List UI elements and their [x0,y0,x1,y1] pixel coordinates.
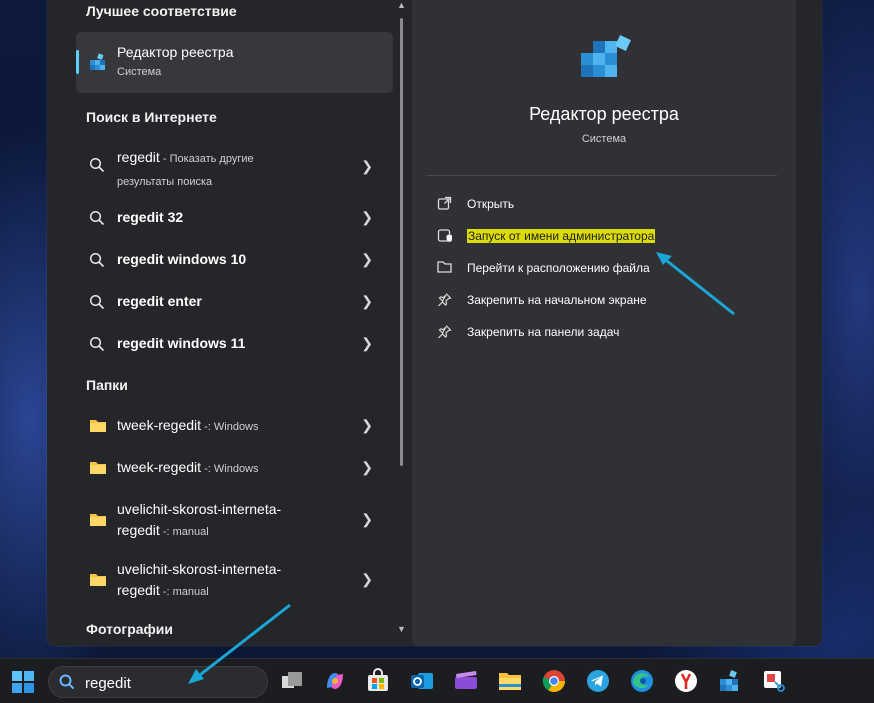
action-run-as-admin[interactable]: Запуск от имени администратора [437,226,767,248]
pin-icon [437,324,452,344]
folder-name: uvelichit-skorost-interneta- [117,501,282,517]
web-result-query: regedit windows 11 [117,335,246,351]
scrollbar-thumb[interactable] [400,18,403,466]
action-label: Перейти к расположению файла [467,261,650,275]
chevron-right-icon: ❯ [361,251,373,267]
search-results-list: Лучшее соответствие Редактор реестра Сис… [47,0,407,646]
folder-name: tweek-regedit [117,459,202,475]
folder-name: tweek-regedit [117,417,202,433]
divider [427,175,777,176]
photos-heading: Фотографии [86,621,174,637]
folder-icon [89,572,107,592]
web-result-item[interactable]: regedit windows 10 ❯ [76,240,393,280]
search-icon [89,336,105,357]
shield-admin-icon [437,228,453,248]
web-result-item[interactable]: regedit - Показать другие результаты пои… [76,146,393,190]
taskbar [0,658,874,703]
folder-result-item[interactable]: tweek-regedit -: Windows ❯ [76,448,393,488]
folder-outline-icon [437,260,452,279]
outlook-icon[interactable] [409,668,435,694]
web-search-heading: Поиск в Интернете [86,109,217,125]
clipchamp-icon[interactable] [453,668,479,694]
chevron-right-icon: ❯ [361,293,373,309]
snipping-tool-icon[interactable] [761,668,787,694]
web-result-query: regedit enter [117,293,202,309]
folder-location: -: Windows [201,421,259,433]
web-result-query: regedit 32 [117,209,184,225]
folder-location: -: Windows [201,463,259,475]
best-match-subtitle: Система [117,66,162,78]
search-input[interactable] [83,672,257,694]
folder-location: -: manual [159,526,209,538]
windows-start-icon[interactable] [12,671,34,698]
preview-pane: Редактор реестра Система Открыть Запуск … [412,0,796,646]
web-result-item[interactable]: regedit 32 ❯ [76,198,393,238]
registry-editor-icon [88,52,108,77]
search-icon [89,252,105,273]
search-icon [89,210,105,231]
chevron-right-icon: ❯ [361,158,373,174]
search-panel: Лучшее соответствие Редактор реестра Сис… [47,0,822,646]
action-label: Закрепить на начальном экране [467,293,647,307]
best-match-result[interactable]: Редактор реестра Система [76,32,393,93]
scroll-down-arrow-icon[interactable]: ▼ [397,624,406,634]
file-explorer-icon[interactable] [497,668,523,694]
web-result-suffix-line2: результаты поиска [117,176,213,188]
registry-editor-large-icon [579,33,635,88]
preview-app-title: Редактор реестра [529,104,679,124]
registry-editor-icon[interactable] [717,668,743,694]
edge-icon[interactable] [629,668,655,694]
action-pin-taskbar[interactable]: Закрепить на панели задач [437,322,767,344]
web-result-query: regedit windows 10 [117,251,247,267]
web-result-suffix: - Показать другие [159,153,254,165]
action-open-file-location[interactable]: Перейти к расположению файла [437,258,767,280]
folder-name-line2: regedit [117,582,160,598]
microsoft-store-icon[interactable] [365,668,391,694]
best-match-heading: Лучшее соответствие [86,3,237,19]
folder-location: -: manual [159,586,209,598]
telegram-icon[interactable] [585,668,611,694]
folder-result-item[interactable]: tweek-regedit -: Windows ❯ [76,406,393,446]
task-view-icon[interactable] [279,668,305,694]
chrome-icon[interactable] [541,668,567,694]
selection-indicator [76,50,79,74]
folders-heading: Папки [86,377,128,393]
web-result-query: regedit [117,149,160,165]
folder-result-item[interactable]: uvelichit-skorost-interneta- regedit -: … [76,497,393,545]
folder-result-item[interactable]: uvelichit-skorost-interneta- regedit -: … [76,557,393,605]
web-result-item[interactable]: regedit windows 11 ❯ [76,324,393,364]
scroll-up-arrow-icon[interactable]: ▲ [397,0,406,10]
web-result-text: regedit - Показать другие результаты пои… [117,147,254,193]
taskbar-search-box[interactable] [48,666,268,698]
open-external-icon [437,196,452,216]
chevron-right-icon: ❯ [361,571,373,587]
folder-icon [89,460,107,480]
search-icon [89,157,105,178]
chevron-right-icon: ❯ [361,209,373,225]
folder-icon [89,418,107,438]
search-icon [89,294,105,315]
folder-name-line2: regedit [117,522,160,538]
folder-name: uvelichit-skorost-interneta- [117,561,282,577]
action-label: Открыть [467,197,515,211]
web-result-item[interactable]: regedit enter ❯ [76,282,393,322]
search-icon [59,674,75,695]
action-pin-start[interactable]: Закрепить на начальном экране [437,290,767,312]
chevron-right-icon: ❯ [361,335,373,351]
yandex-browser-icon[interactable] [673,668,699,694]
action-label: Закрепить на панели задач [467,325,620,339]
copilot-icon[interactable] [322,668,348,694]
preview-app-subtitle: Система [581,133,627,145]
chevron-right-icon: ❯ [361,459,373,475]
best-match-title: Редактор реестра [117,44,234,60]
action-label: Запуск от имени администратора [467,229,656,243]
chevron-right-icon: ❯ [361,417,373,433]
chevron-right-icon: ❯ [361,511,373,527]
folder-icon [89,512,107,532]
pin-icon [437,292,452,312]
action-open[interactable]: Открыть [437,194,767,216]
